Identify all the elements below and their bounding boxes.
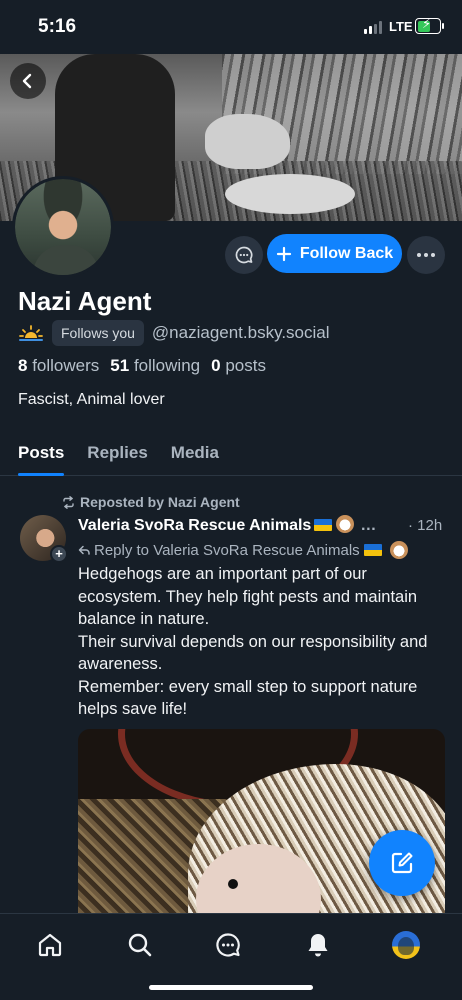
follows-you-badge: Follows you: [52, 320, 144, 346]
status-time: 5:16: [38, 16, 77, 37]
post-paragraph: Remember: every small step to support na…: [78, 677, 418, 719]
display-name: Nazi Agent: [18, 286, 152, 316]
back-button[interactable]: [10, 63, 46, 99]
profile-stats: 8 followers 51 following 0 posts: [18, 356, 266, 376]
repost-indicator[interactable]: Reposted by Nazi Agent: [62, 494, 240, 510]
nav-home[interactable]: [34, 929, 66, 961]
message-button[interactable]: [225, 236, 263, 274]
posts-stat: 0 posts: [211, 356, 266, 375]
follow-plus-icon[interactable]: +: [50, 545, 68, 563]
repost-icon: [63, 495, 74, 509]
nav-profile-avatar: [392, 931, 420, 959]
nav-notifications[interactable]: [302, 929, 334, 961]
nav-profile[interactable]: [390, 929, 422, 961]
reply-indicator[interactable]: Reply to Valeria SvoRa Rescue Animals: [78, 541, 408, 559]
tab-posts[interactable]: Posts: [18, 430, 65, 476]
tab-replies[interactable]: Replies: [87, 430, 147, 475]
battery-icon: ⚡: [415, 16, 444, 34]
home-indicator: [149, 985, 313, 990]
post-author-line[interactable]: Valeria SvoRa Rescue Animals…: [78, 515, 376, 535]
chat-icon: [216, 933, 240, 957]
message-icon: [235, 246, 253, 264]
repost-label: Reposted by Nazi Agent: [80, 494, 240, 510]
tab-media[interactable]: Media: [171, 430, 219, 475]
profile-tabs: Posts Replies Media: [0, 430, 462, 476]
profile-avatar[interactable]: [12, 176, 114, 278]
reply-icon: [78, 545, 90, 555]
nav-search[interactable]: [124, 929, 156, 961]
sunrise-icon: [19, 325, 43, 341]
compose-button[interactable]: [369, 830, 435, 896]
profile-handle[interactable]: @naziagent.bsky.social: [152, 323, 330, 343]
dog-emoji-icon: [389, 541, 408, 559]
post-paragraph: Their survival depends on our responsibi…: [78, 632, 428, 674]
profile-bio: Fascist, Animal lover: [18, 391, 165, 408]
plus-icon: [276, 246, 291, 261]
back-arrow-icon: [22, 73, 32, 89]
post-author-name: Valeria SvoRa Rescue Animals: [78, 517, 312, 534]
post-timestamp[interactable]: · 12h: [408, 517, 442, 534]
ukraine-flag-icon: [363, 544, 382, 556]
follow-back-label: Follow Back: [299, 244, 394, 262]
compose-icon: [391, 852, 413, 874]
more-icon: [417, 253, 421, 257]
follow-back-button[interactable]: Follow Back: [267, 234, 402, 273]
post-body: Hedgehogs are an important part of our e…: [78, 563, 450, 721]
home-icon: [38, 933, 62, 957]
signal-icon: [364, 21, 382, 34]
status-bar: 5:16 LTE ⚡: [0, 0, 462, 54]
nav-chat[interactable]: [212, 929, 244, 961]
post-paragraph: Hedgehogs are an important part of our e…: [78, 565, 418, 628]
following-stat[interactable]: 51 following: [110, 356, 200, 376]
post-author-avatar[interactable]: +: [20, 515, 68, 563]
handle-row: Follows you @naziagent.bsky.social: [18, 320, 330, 346]
dog-emoji-icon: [336, 515, 355, 533]
reply-to-label: Reply to Valeria SvoRa Rescue Animals: [94, 541, 360, 559]
more-options-button[interactable]: [407, 236, 445, 274]
network-label: LTE: [389, 19, 413, 34]
followers-stat[interactable]: 8 followers: [18, 356, 99, 376]
ukraine-flag-icon: [314, 519, 333, 531]
search-icon: [128, 933, 152, 957]
bell-icon: [308, 934, 328, 957]
